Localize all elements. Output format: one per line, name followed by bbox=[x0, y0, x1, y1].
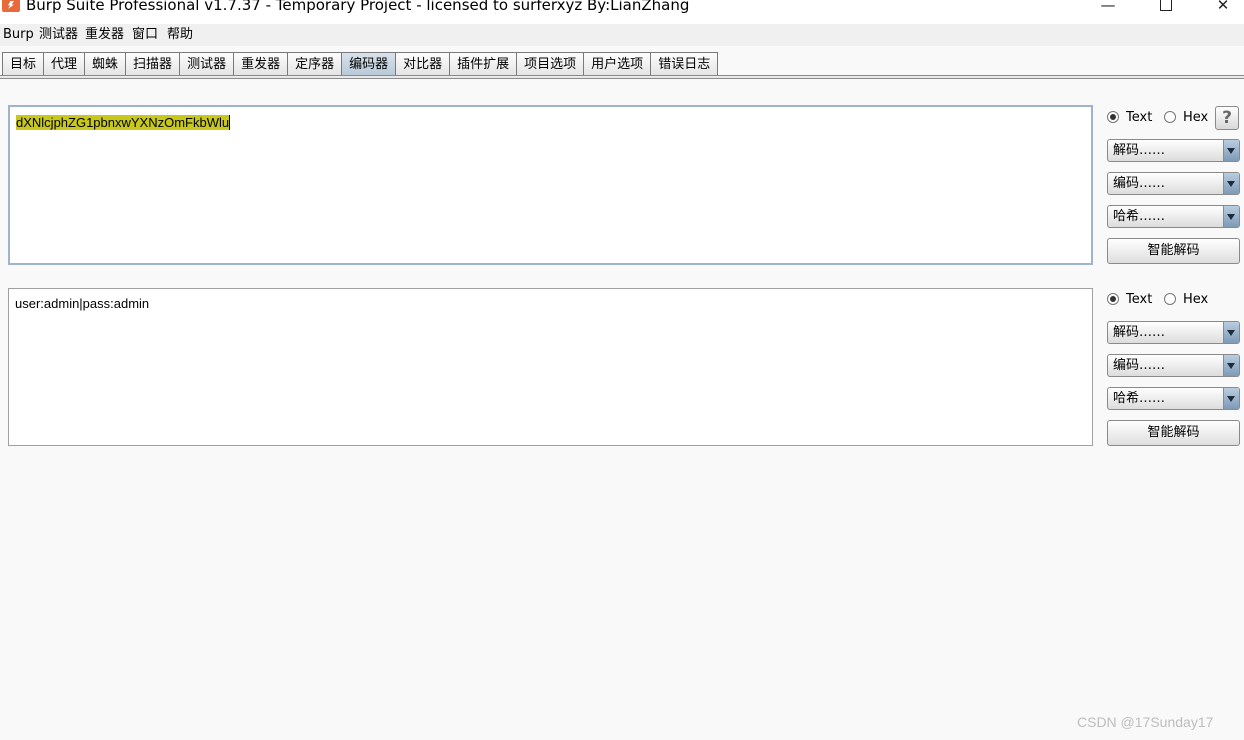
decoder-input-editor[interactable]: dXNlcjphZG1pbnxwYXNzOmFkbWlu bbox=[8, 105, 1093, 265]
menu-intruder[interactable]: 测试器 bbox=[39, 27, 78, 43]
tab-list: 目标 代理 蜘蛛 扫描器 测试器 重发器 定序器 编码器 对比器 插件扩展 项目… bbox=[2, 52, 719, 75]
hex-radio[interactable] bbox=[1164, 293, 1176, 305]
select-label: 哈希…… bbox=[1113, 209, 1166, 224]
tab-spider[interactable]: 蜘蛛 bbox=[84, 52, 127, 75]
select-label: 编码…… bbox=[1113, 358, 1166, 373]
tab-alerts[interactable]: 错误日志 bbox=[650, 52, 719, 75]
chevron-down-icon bbox=[1223, 388, 1239, 409]
format-radio-group: Text Hex bbox=[1107, 108, 1209, 128]
tab-bar: 目标 代理 蜘蛛 扫描器 测试器 重发器 定序器 编码器 对比器 插件扩展 项目… bbox=[0, 50, 1244, 79]
format-radio-group: Text Hex bbox=[1107, 290, 1209, 310]
menu-help[interactable]: 帮助 bbox=[167, 27, 193, 43]
burp-app-icon bbox=[2, 0, 20, 12]
minimize-button[interactable]: — bbox=[1085, 0, 1131, 18]
select-label: 编码…… bbox=[1113, 176, 1166, 191]
select-label: 哈希…… bbox=[1113, 391, 1166, 406]
hex-radio[interactable] bbox=[1164, 111, 1176, 123]
select-label: 解码…… bbox=[1113, 143, 1166, 158]
hash-select[interactable]: 哈希…… bbox=[1107, 205, 1240, 228]
select-label: 解码…… bbox=[1113, 325, 1166, 340]
editor-text: dXNlcjphZG1pbnxwYXNzOmFkbWlu bbox=[16, 115, 231, 130]
menu-burp[interactable]: Burp bbox=[3, 27, 34, 43]
editor-text: user:admin|pass:admin bbox=[15, 296, 150, 311]
help-button[interactable]: ? bbox=[1215, 106, 1239, 130]
decode-as-select[interactable]: 解码…… bbox=[1107, 139, 1240, 162]
encode-as-select[interactable]: 编码…… bbox=[1107, 172, 1240, 195]
text-caret bbox=[229, 115, 231, 130]
tab-project-options[interactable]: 项目选项 bbox=[516, 52, 585, 75]
chevron-down-icon bbox=[1223, 140, 1239, 161]
hex-radio-label: Hex bbox=[1183, 110, 1209, 125]
close-button[interactable]: ✕ bbox=[1200, 0, 1244, 18]
tab-repeater[interactable]: 重发器 bbox=[233, 52, 289, 75]
tab-sequencer[interactable]: 定序器 bbox=[287, 52, 343, 75]
maximize-icon bbox=[1160, 0, 1172, 11]
smart-decode-button[interactable]: 智能解码 bbox=[1107, 238, 1240, 264]
text-radio-label: Text bbox=[1126, 110, 1153, 125]
tab-comparer[interactable]: 对比器 bbox=[395, 52, 451, 75]
hash-select[interactable]: 哈希…… bbox=[1107, 387, 1240, 410]
menu-repeater[interactable]: 重发器 bbox=[85, 27, 124, 43]
chevron-down-icon bbox=[1223, 355, 1239, 376]
text-radio-label: Text bbox=[1126, 292, 1153, 307]
chevron-down-icon bbox=[1223, 322, 1239, 343]
menu-bar: Burp 测试器 重发器 窗口 帮助 bbox=[0, 24, 1244, 46]
watermark: CSDN @17Sunday17 bbox=[1077, 714, 1214, 730]
chevron-down-icon bbox=[1223, 173, 1239, 194]
encode-as-select[interactable]: 编码…… bbox=[1107, 354, 1240, 377]
tab-scanner[interactable]: 扫描器 bbox=[125, 52, 181, 75]
hex-radio-label: Hex bbox=[1183, 292, 1209, 307]
tab-extender[interactable]: 插件扩展 bbox=[449, 52, 518, 75]
text-radio[interactable] bbox=[1107, 293, 1119, 305]
tab-target[interactable]: 目标 bbox=[2, 52, 45, 75]
decoder-output-editor[interactable]: user:admin|pass:admin bbox=[8, 288, 1093, 446]
tab-intruder[interactable]: 测试器 bbox=[179, 52, 235, 75]
window-title: Burp Suite Professional v1.7.37 - Tempor… bbox=[26, 0, 690, 14]
tab-proxy[interactable]: 代理 bbox=[43, 52, 86, 75]
chevron-down-icon bbox=[1223, 206, 1239, 227]
title-bar: Burp Suite Professional v1.7.37 - Tempor… bbox=[0, 0, 1244, 24]
tab-decoder[interactable]: 编码器 bbox=[341, 52, 397, 75]
decode-as-select[interactable]: 解码…… bbox=[1107, 321, 1240, 344]
smart-decode-button[interactable]: 智能解码 bbox=[1107, 420, 1240, 446]
selected-text: dXNlcjphZG1pbnxwYXNzOmFkbWlu bbox=[16, 115, 230, 130]
maximize-button[interactable] bbox=[1143, 0, 1189, 18]
text-radio[interactable] bbox=[1107, 111, 1119, 123]
menu-window[interactable]: 窗口 bbox=[132, 27, 158, 43]
tab-user-options[interactable]: 用户选项 bbox=[583, 52, 652, 75]
tab-divider bbox=[0, 75, 1244, 79]
